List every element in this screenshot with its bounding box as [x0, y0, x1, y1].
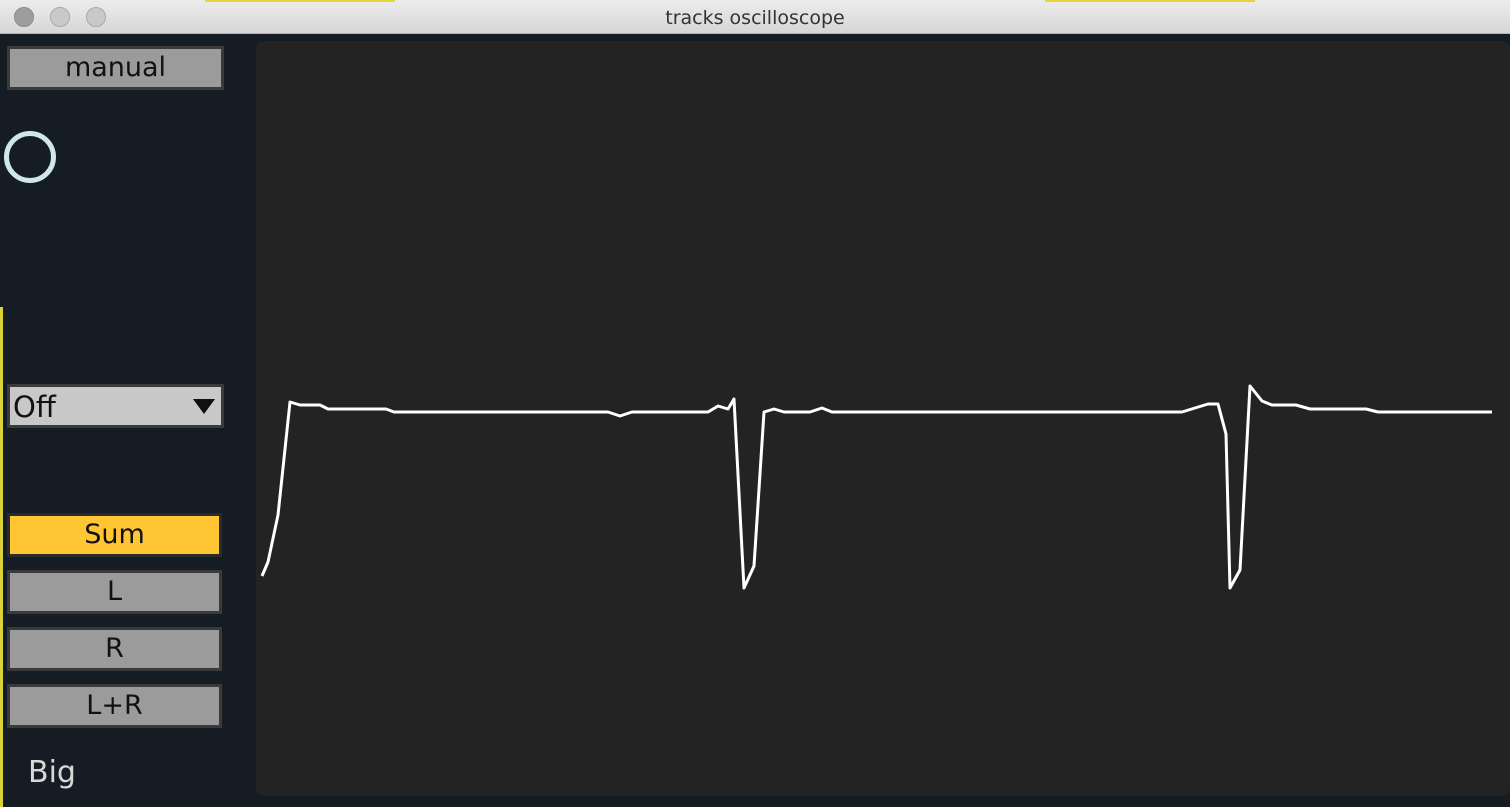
- titlebar-highlight: [205, 0, 395, 2]
- titlebar-highlight: [1045, 0, 1255, 2]
- channel-r-button[interactable]: R: [7, 627, 222, 671]
- waveform-trace: [260, 384, 1492, 590]
- dropdown-value: Off: [13, 390, 56, 424]
- waveform-canvas: [260, 384, 1492, 590]
- mode-dropdown[interactable]: Off: [7, 384, 224, 428]
- channel-l-button[interactable]: L: [7, 570, 222, 614]
- window-title: tracks oscilloscope: [665, 7, 845, 29]
- channel-lr-button[interactable]: L+R: [7, 684, 222, 728]
- dropdown-arrow-icon: [193, 399, 215, 414]
- circle-indicator-icon[interactable]: [4, 131, 56, 183]
- window-titlebar: tracks oscilloscope: [0, 0, 1510, 34]
- sidebar-accent: [0, 307, 3, 807]
- oscilloscope-display[interactable]: [256, 41, 1510, 796]
- manual-button[interactable]: manual: [7, 46, 224, 90]
- channel-sum-button[interactable]: Sum: [7, 513, 222, 557]
- size-label[interactable]: Big: [28, 755, 76, 790]
